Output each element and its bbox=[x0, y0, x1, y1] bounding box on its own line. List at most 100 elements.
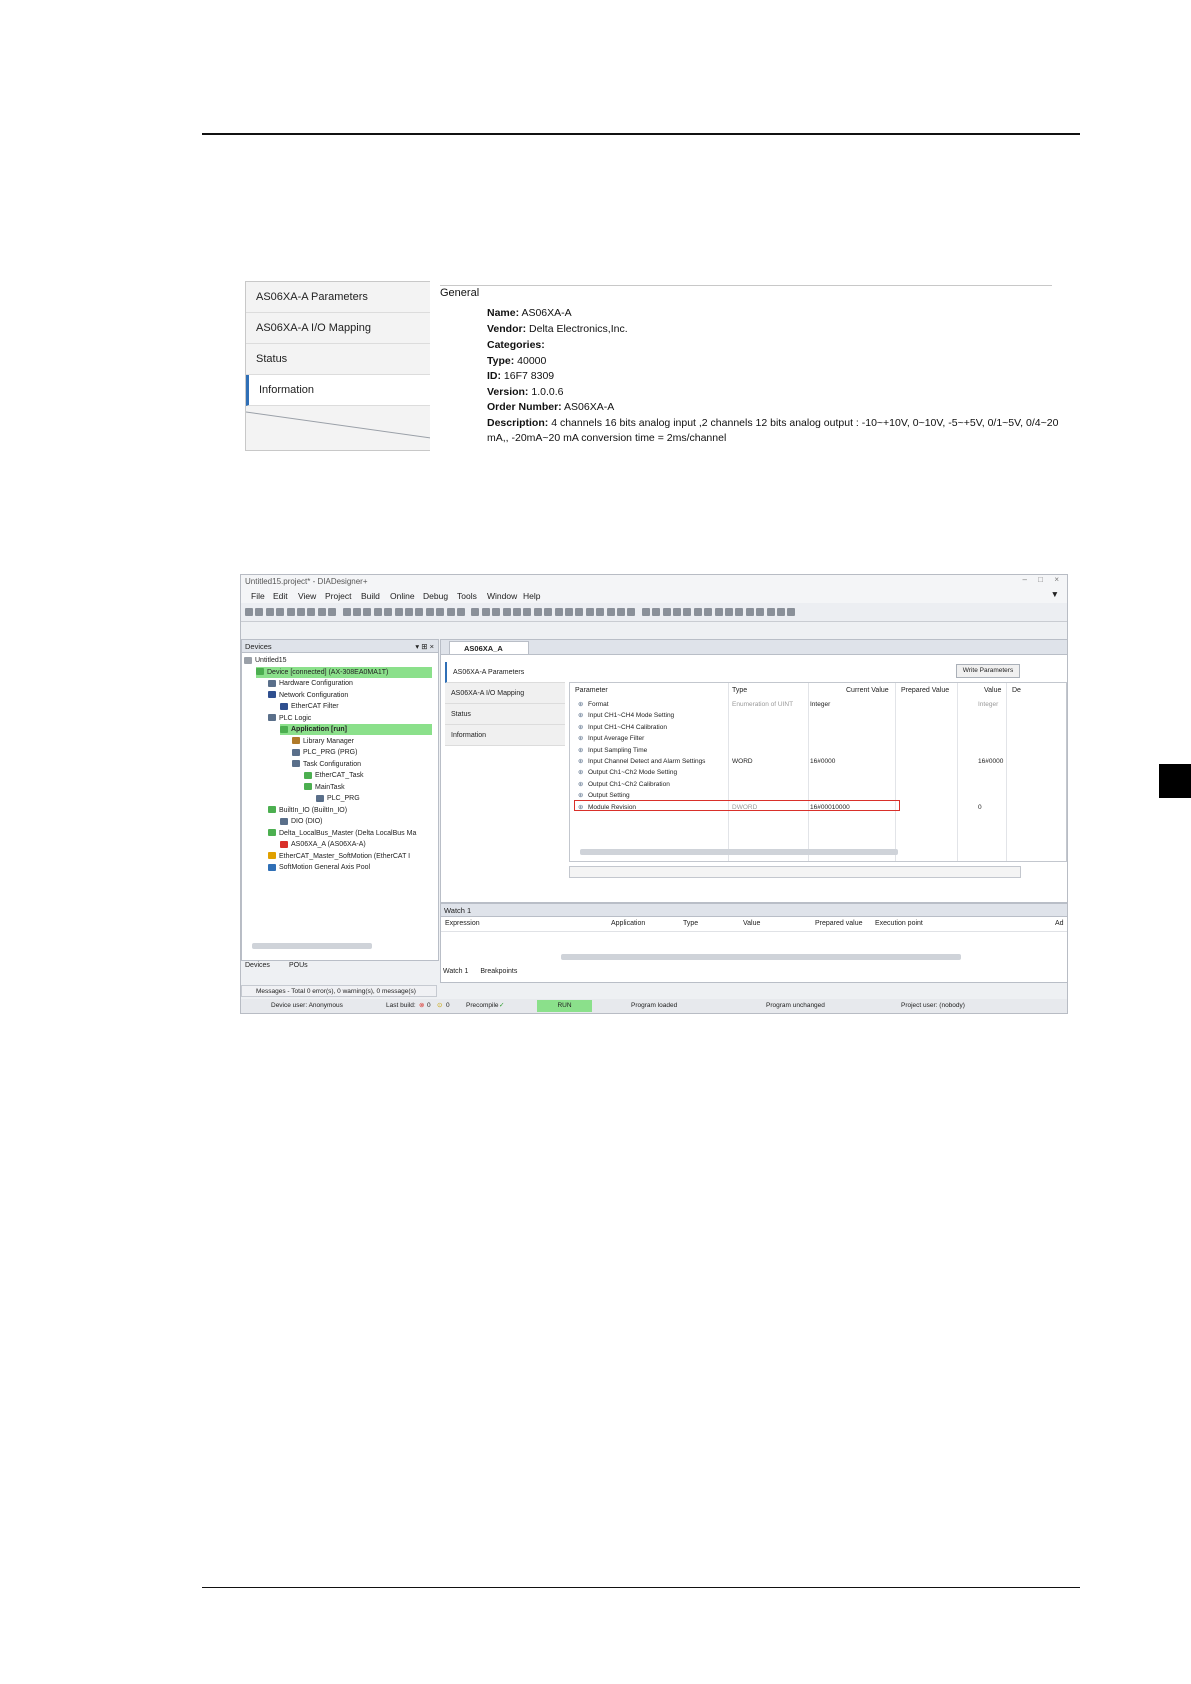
tree-item[interactable]: PLC Logic bbox=[268, 713, 311, 724]
col-de[interactable]: De bbox=[1012, 687, 1021, 694]
toolbar-icon[interactable] bbox=[394, 608, 403, 616]
toolbar-icon[interactable] bbox=[471, 608, 480, 616]
menu-tools[interactable]: Tools bbox=[457, 591, 477, 601]
toolbar-icon[interactable] bbox=[596, 608, 605, 616]
tree-item[interactable]: MainTask bbox=[304, 782, 345, 793]
toolbar-icon[interactable] bbox=[384, 608, 393, 616]
toolbar-icon[interactable] bbox=[554, 608, 563, 616]
watch-col-prepared[interactable]: Prepared value bbox=[815, 920, 862, 927]
toolbar-icon[interactable] bbox=[777, 608, 785, 616]
expand-icon[interactable]: ⊕ bbox=[578, 722, 583, 733]
tab-status[interactable]: Status bbox=[246, 344, 431, 375]
toolbar-icon[interactable] bbox=[523, 608, 532, 616]
toolbar-icon[interactable] bbox=[245, 608, 253, 616]
table-row[interactable]: Input Average Filter ⊕ bbox=[570, 733, 1066, 744]
tree-item[interactable]: SoftMotion General Axis Pool bbox=[268, 862, 370, 873]
table-row[interactable]: Format Enumeration of UINT Integer Integer ⊕ bbox=[570, 699, 1066, 710]
toolbar-icon[interactable] bbox=[353, 608, 361, 616]
minimize-icon[interactable]: – bbox=[1023, 575, 1027, 584]
tree-item[interactable]: EtherCAT_Master_SoftMotion (EtherCAT I bbox=[268, 851, 410, 862]
table-row[interactable]: Output Ch1~Ch2 Mode Setting ⊕ bbox=[570, 767, 1066, 778]
menu-edit[interactable]: Edit bbox=[273, 591, 288, 601]
toolbar-icon[interactable] bbox=[425, 608, 434, 616]
tab-devices[interactable]: Devices bbox=[245, 962, 270, 969]
toolbar-icon[interactable] bbox=[492, 608, 501, 616]
sub-tab-io-mapping[interactable]: AS06XA-A I/O Mapping bbox=[445, 683, 565, 704]
toolbar-icon[interactable] bbox=[502, 608, 511, 616]
expand-icon[interactable]: ⊕ bbox=[578, 733, 583, 744]
tree-item[interactable]: PLC_PRG bbox=[316, 793, 360, 804]
toolbar-icon[interactable] bbox=[787, 608, 796, 616]
toolbar-icon[interactable] bbox=[446, 608, 455, 616]
sub-tab-information[interactable]: Information bbox=[445, 725, 565, 746]
tree-item[interactable]: EtherCAT_Task bbox=[304, 770, 364, 781]
expand-icon[interactable]: ⊕ bbox=[578, 745, 583, 756]
devices-scrollbar[interactable] bbox=[252, 943, 372, 949]
table-row[interactable]: Input CH1~CH4 Calibration ⊕ bbox=[570, 722, 1066, 733]
toolbar-icon[interactable] bbox=[585, 608, 594, 616]
menu-window[interactable]: Window bbox=[487, 591, 517, 601]
toolbar-icon[interactable] bbox=[373, 608, 382, 616]
tab-pous[interactable]: POUs bbox=[289, 962, 308, 969]
toolbar-icon[interactable] bbox=[652, 608, 661, 616]
watch-col-execution-point[interactable]: Execution point bbox=[875, 920, 923, 927]
tree-item[interactable]: AS06XA_A (AS06XA-A) bbox=[280, 839, 366, 850]
toolbar-icon[interactable] bbox=[641, 608, 650, 616]
menu-online[interactable]: Online bbox=[390, 591, 415, 601]
col-prepared-value[interactable]: Prepared Value bbox=[901, 687, 949, 694]
toolbar-icon[interactable] bbox=[405, 608, 413, 616]
col-parameter[interactable]: Parameter bbox=[575, 687, 608, 694]
toolbar-icon[interactable] bbox=[704, 608, 713, 616]
expand-icon[interactable]: ⊕ bbox=[578, 779, 583, 790]
tab-breakpoints[interactable]: Breakpoints bbox=[480, 968, 517, 975]
panel-close-icon[interactable]: ▾ ⊞ × bbox=[415, 640, 438, 653]
tree-item[interactable]: DIO (DIO) bbox=[280, 816, 323, 827]
editor-tab-as06xa[interactable]: AS06XA_A bbox=[449, 641, 529, 654]
watch-scrollbar[interactable] bbox=[561, 954, 961, 960]
filter-icon[interactable]: ▼ bbox=[1051, 589, 1059, 599]
toolbar-icon[interactable] bbox=[745, 608, 754, 616]
menu-view[interactable]: View bbox=[298, 591, 316, 601]
toolbar-icon[interactable] bbox=[683, 608, 692, 616]
toolbar-icon[interactable] bbox=[662, 608, 671, 616]
toolbar-icon[interactable] bbox=[725, 608, 733, 616]
close-icon[interactable]: × bbox=[1054, 575, 1059, 584]
col-value[interactable]: Value bbox=[984, 687, 1001, 694]
toolbar-icon[interactable] bbox=[342, 608, 351, 616]
table-row[interactable]: Input CH1~CH4 Mode Setting ⊕ bbox=[570, 710, 1066, 721]
tree-item[interactable]: Task Configuration bbox=[292, 759, 361, 770]
toolbar-icon[interactable] bbox=[317, 608, 326, 616]
tree-item[interactable]: Network Configuration bbox=[268, 690, 348, 701]
col-type[interactable]: Type bbox=[732, 687, 747, 694]
write-parameters-button[interactable]: Write Parameters bbox=[956, 664, 1020, 678]
toolbar-icon[interactable] bbox=[693, 608, 702, 616]
toolbar-icon[interactable] bbox=[673, 608, 681, 616]
grid-scrollbar[interactable] bbox=[580, 849, 898, 855]
toolbar-icon[interactable] bbox=[297, 608, 305, 616]
toolbar-icon[interactable] bbox=[544, 608, 553, 616]
table-row[interactable]: Input Channel Detect and Alarm Settings W… bbox=[570, 756, 1066, 767]
toolbar-icon[interactable] bbox=[575, 608, 584, 616]
tree-item[interactable]: Delta_LocalBus_Master (Delta LocalBus Ma bbox=[268, 828, 416, 839]
toolbar-icon[interactable] bbox=[481, 608, 490, 616]
tree-item[interactable]: BuiltIn_IO (BuiltIn_IO) bbox=[268, 805, 347, 816]
toolbar-icon[interactable] bbox=[756, 608, 765, 616]
toolbar-icon[interactable] bbox=[457, 608, 465, 616]
toolbar-icon[interactable] bbox=[276, 608, 285, 616]
toolbar-icon[interactable] bbox=[255, 608, 264, 616]
tree-item[interactable]: Device [connected] (AX-308EA0MA1T) bbox=[256, 666, 432, 678]
tab-watch-1[interactable]: Watch 1 bbox=[443, 968, 468, 975]
tree-item[interactable]: PLC_PRG (PRG) bbox=[292, 747, 357, 758]
messages-bar[interactable]: Messages - Total 0 error(s), 0 warning(s… bbox=[241, 985, 437, 997]
toolbar-icon[interactable] bbox=[627, 608, 636, 616]
toolbar-icon[interactable] bbox=[533, 608, 542, 616]
toolbar-icon[interactable] bbox=[735, 608, 744, 616]
tree-item[interactable]: Untitled15 bbox=[244, 655, 287, 666]
tree-item[interactable]: Library Manager bbox=[292, 736, 354, 747]
tab-information[interactable]: Information bbox=[246, 375, 431, 406]
toolbar-icon[interactable] bbox=[565, 608, 573, 616]
maximize-icon[interactable]: □ bbox=[1038, 575, 1043, 584]
toolbar-icon[interactable] bbox=[617, 608, 625, 616]
expand-icon[interactable]: ⊕ bbox=[578, 699, 583, 710]
tree-item[interactable]: Hardware Configuration bbox=[268, 678, 353, 689]
